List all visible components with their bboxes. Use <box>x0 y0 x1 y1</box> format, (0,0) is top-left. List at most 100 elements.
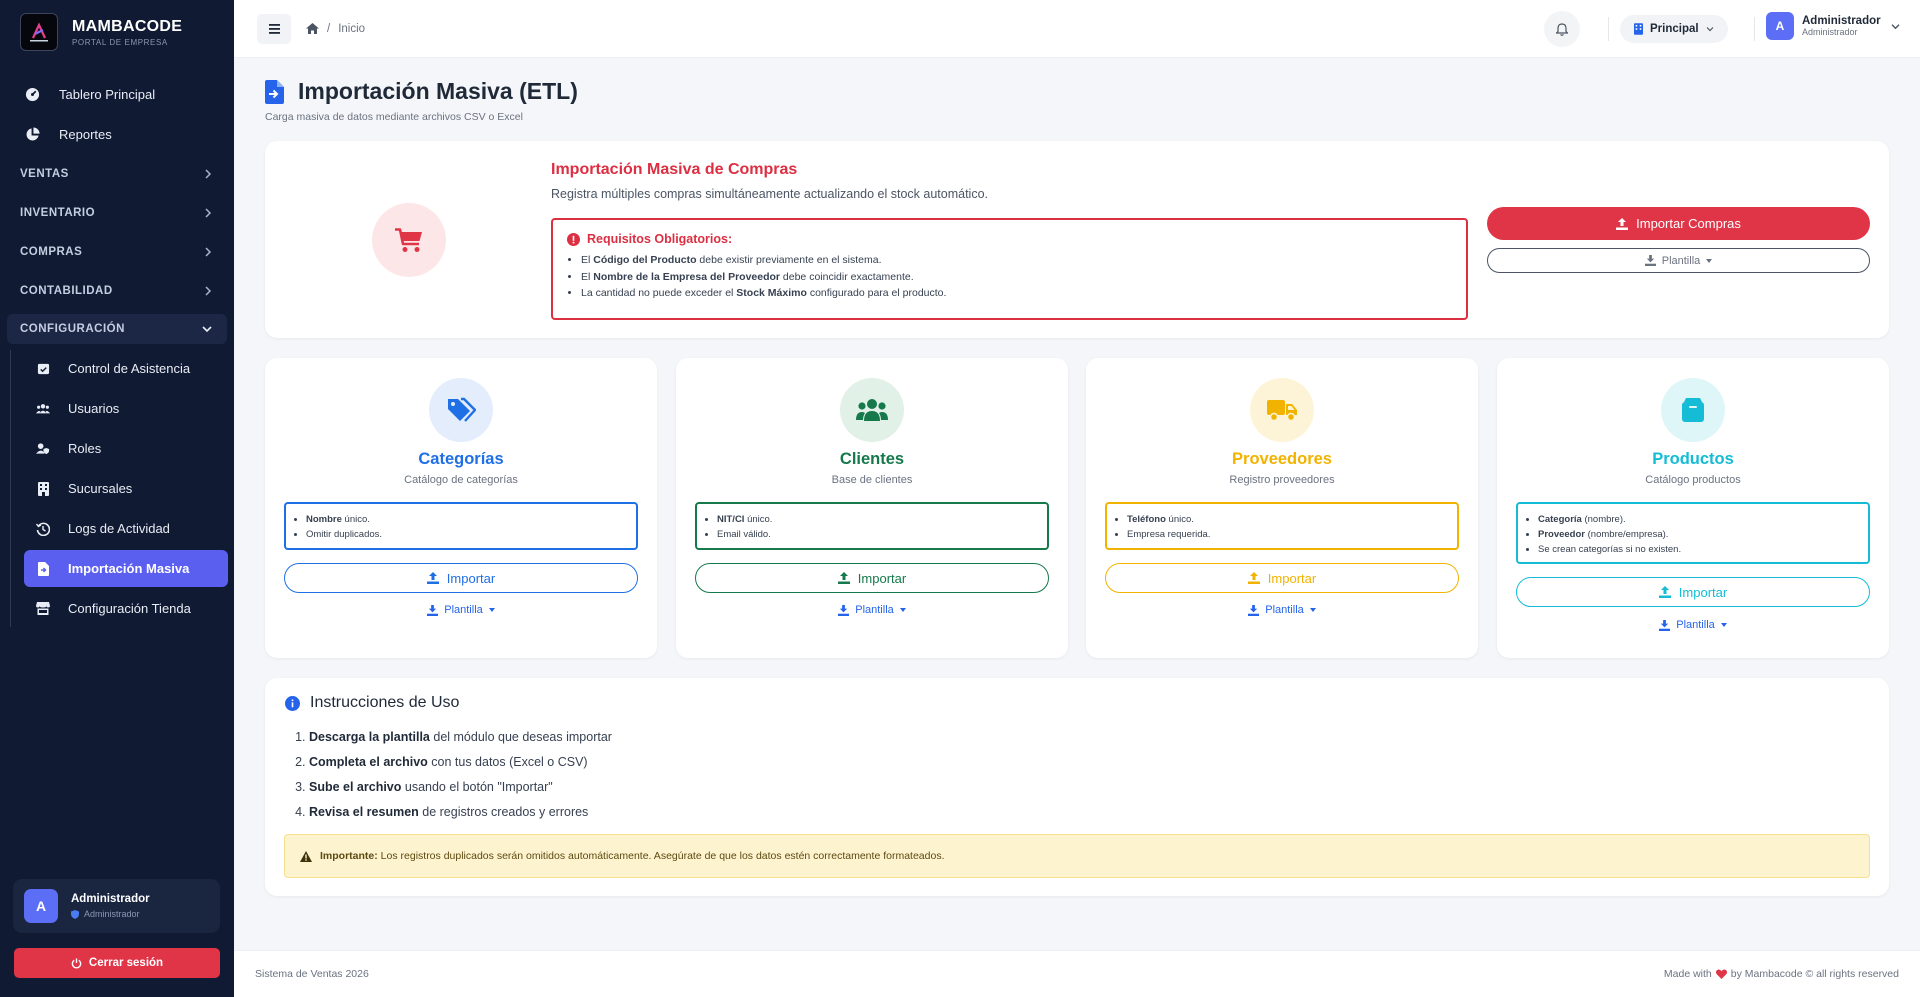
branch-label: Principal <box>1650 23 1699 35</box>
sidebar-item-label: Logs de Actividad <box>68 521 170 536</box>
alert-text: Los registros duplicados serán omitidos … <box>377 850 945 862</box>
sidebar-item-tablero[interactable]: Tablero Principal <box>0 74 234 114</box>
users-icon <box>36 402 50 416</box>
import-proveedores-button[interactable]: Importar <box>1105 563 1459 593</box>
file-import-icon <box>265 79 284 104</box>
box-icon-badge <box>1661 378 1725 442</box>
tags-icon <box>446 397 476 423</box>
breadcrumb: / Inicio <box>306 23 365 35</box>
upload-icon <box>1247 572 1260 584</box>
sidebar-item-label: Roles <box>68 441 102 456</box>
notifications-button[interactable] <box>1544 11 1580 47</box>
cart-icon-badge <box>372 203 446 277</box>
list-item: Nombre único. <box>306 512 628 527</box>
sidebar: MAMBACODE PORTAL DE EMPRESA Tablero Prin… <box>0 0 234 997</box>
user-shield-icon <box>36 442 50 456</box>
caret-down-icon <box>1720 623 1727 627</box>
instructions-title: Instrucciones de Uso <box>310 694 460 711</box>
chevron-down-icon <box>1891 23 1900 30</box>
footer-credits: by Mambacode © all rights reserved <box>1730 968 1899 980</box>
module-subtitle: Catálogo de categorías <box>404 474 518 486</box>
chevron-down-icon <box>1706 26 1714 32</box>
footer-left: Sistema de Ventas 2026 <box>255 968 369 980</box>
hero-subtitle: Registra múltiples compras simultáneamen… <box>551 187 989 201</box>
sidebar-section-contabilidad[interactable]: CONTABILIDAD <box>0 271 234 310</box>
sidebar-item-label: Tablero Principal <box>59 86 156 102</box>
import-clientes-button[interactable]: Importar <box>695 563 1049 593</box>
avatar: A <box>1766 12 1794 40</box>
list-item: El Nombre de la Empresa del Proveedor de… <box>581 269 1452 286</box>
truck-icon-badge <box>1250 378 1314 442</box>
plantilla-proveedores-dropdown[interactable]: Plantilla <box>1086 604 1478 616</box>
upload-icon <box>426 572 439 584</box>
instructions-card: Instrucciones de Uso Descarga la plantil… <box>265 678 1889 896</box>
divider <box>1608 17 1609 41</box>
sidebar-item-tienda[interactable]: Configuración Tienda <box>24 590 228 627</box>
list-item: Sube el archivo usando el botón "Importa… <box>309 775 612 800</box>
user-menu[interactable]: A Administrador Administrador <box>1766 12 1900 40</box>
module-subtitle: Base de clientes <box>831 474 913 486</box>
sidebar-user-card[interactable]: A Administrador Administrador <box>13 879 220 933</box>
sidebar-item-label: Configuración Tienda <box>68 601 191 616</box>
download-icon <box>838 604 850 616</box>
section-label: CONFIGURACIÓN <box>20 323 125 335</box>
user-name: Administrador <box>1802 15 1881 27</box>
sidebar-section-compras[interactable]: COMPRAS <box>0 232 234 271</box>
plantilla-clientes-dropdown[interactable]: Plantilla <box>676 604 1068 616</box>
plantilla-productos-dropdown[interactable]: Plantilla <box>1497 619 1889 631</box>
section-label: COMPRAS <box>20 245 83 258</box>
import-productos-button[interactable]: Importar <box>1516 577 1870 607</box>
config-submenu: Control de Asistencia Usuarios Roles Suc… <box>10 350 234 627</box>
menu-toggle-button[interactable] <box>257 13 291 44</box>
upload-icon <box>1616 217 1629 230</box>
import-label: Importar <box>1678 584 1728 600</box>
logout-button[interactable]: Cerrar sesión <box>14 948 220 978</box>
list-item: Teléfono único. <box>1127 512 1449 527</box>
list-item: Omitir duplicados. <box>306 527 628 542</box>
calendar-check-icon <box>36 362 50 376</box>
sidebar-item-reportes[interactable]: Reportes <box>0 114 234 154</box>
breadcrumb-separator: / <box>327 22 331 35</box>
sidebar-item-sucursales[interactable]: Sucursales <box>24 470 228 507</box>
section-label: CONTABILIDAD <box>20 284 113 297</box>
sidebar-item-label: Reportes <box>59 126 112 142</box>
sidebar-item-label: Sucursales <box>68 481 133 496</box>
sidebar-section-inventario[interactable]: INVENTARIO <box>0 193 234 232</box>
module-card-proveedores: Proveedores Registro proveedores Teléfon… <box>1086 358 1478 658</box>
sidebar-section-ventas[interactable]: VENTAS <box>0 154 234 193</box>
logout-label: Cerrar sesión <box>88 957 164 969</box>
building-icon <box>36 481 50 496</box>
download-icon <box>1644 255 1656 266</box>
import-compras-button[interactable]: Importar Compras <box>1487 207 1870 240</box>
import-categorias-button[interactable]: Importar <box>284 563 638 593</box>
sidebar-item-logs[interactable]: Logs de Actividad <box>24 510 228 547</box>
requirements-box: Requisitos Obligatorios: El Código del P… <box>551 218 1468 320</box>
import-label: Importar <box>446 570 496 586</box>
plantilla-label: Plantilla <box>855 604 894 616</box>
import-compras-label: Importar Compras <box>1636 216 1741 231</box>
plantilla-compras-dropdown[interactable]: Plantilla <box>1487 248 1870 273</box>
breadcrumb-current: Inicio <box>338 22 366 35</box>
sidebar-item-importacion[interactable]: Importación Masiva <box>24 550 228 587</box>
sidebar-item-roles[interactable]: Roles <box>24 430 228 467</box>
plantilla-label: Plantilla <box>1265 604 1304 616</box>
brand[interactable]: MAMBACODE PORTAL DE EMPRESA <box>0 0 234 64</box>
caret-down-icon <box>899 608 906 612</box>
page-title: Importación Masiva (ETL) <box>298 78 578 104</box>
home-icon[interactable] <box>306 23 319 34</box>
truck-icon <box>1267 399 1297 421</box>
topbar: / Inicio Principal A Administrador Admin… <box>234 0 1920 58</box>
sidebar-item-usuarios[interactable]: Usuarios <box>24 390 228 427</box>
branch-selector[interactable]: Principal <box>1620 15 1728 43</box>
plantilla-categorias-dropdown[interactable]: Plantilla <box>265 604 657 616</box>
module-rules: NIT/CI único. Email válido. <box>695 502 1049 550</box>
users-icon-badge <box>840 378 904 442</box>
caret-down-icon <box>1309 608 1316 612</box>
sidebar-section-configuracion[interactable]: CONFIGURACIÓN <box>7 314 227 344</box>
box-icon <box>1682 398 1704 422</box>
module-title: Productos <box>1652 450 1734 468</box>
alert-bold: Importante: <box>320 850 378 862</box>
module-rules: Categoría (nombre). Proveedor (nombre/em… <box>1516 502 1870 564</box>
module-rules: Teléfono único. Empresa requerida. <box>1105 502 1459 550</box>
sidebar-item-asistencia[interactable]: Control de Asistencia <box>24 350 228 387</box>
